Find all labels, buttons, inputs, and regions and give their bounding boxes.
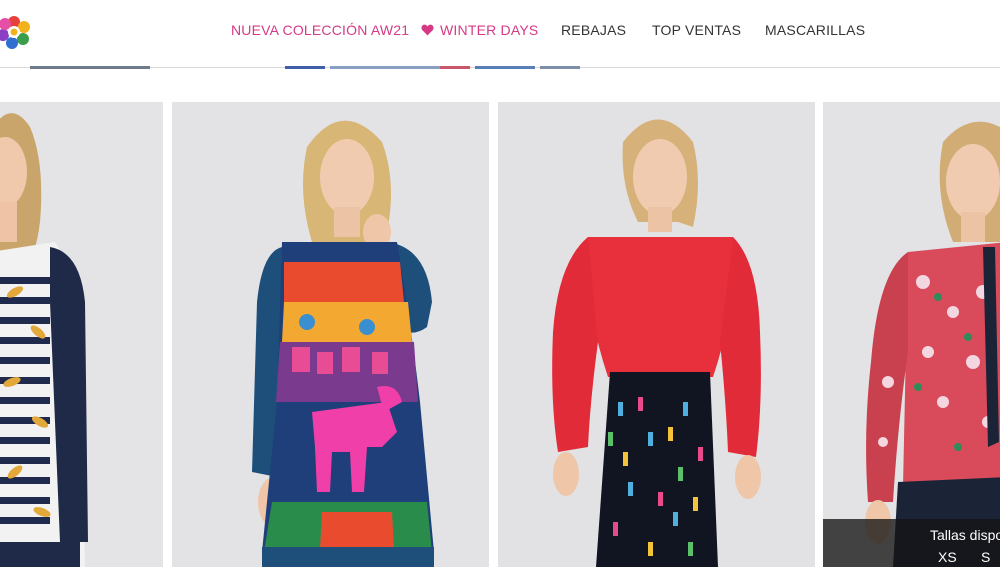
nav-label: TOP VENTAS bbox=[652, 22, 742, 38]
nav-nueva-coleccion[interactable]: NUEVA COLECCIÓN AW21 bbox=[231, 20, 409, 40]
nav-rebajas[interactable]: REBAJAS bbox=[561, 20, 626, 40]
product-grid bbox=[0, 102, 1000, 567]
product-image bbox=[0, 102, 163, 567]
product-image bbox=[172, 102, 489, 567]
nav-label: NUEVA COLECCIÓN AW21 bbox=[231, 22, 410, 38]
product-image bbox=[498, 102, 815, 567]
product-card-3[interactable] bbox=[498, 102, 815, 567]
size-option-s[interactable]: S bbox=[981, 549, 990, 565]
nav-mascarillas[interactable]: MASCARILLAS bbox=[765, 20, 865, 40]
main-nav: NUEVA COLECCIÓN AW21 WINTER DAYS REBAJAS… bbox=[0, 0, 1000, 60]
nav-label: REBAJAS bbox=[561, 22, 627, 38]
product-card-4[interactable] bbox=[823, 102, 1000, 567]
site-header: NUEVA COLECCIÓN AW21 WINTER DAYS REBAJAS… bbox=[0, 0, 1000, 68]
nav-label: MASCARILLAS bbox=[765, 22, 866, 38]
sizes-overlay: Tallas dispo XS S bbox=[823, 519, 1000, 567]
nav-winter-days[interactable]: WINTER DAYS bbox=[421, 20, 538, 40]
size-option-xs[interactable]: XS bbox=[938, 549, 957, 565]
product-card-1[interactable] bbox=[0, 102, 163, 567]
hero-banner-edge bbox=[0, 66, 1000, 69]
heart-icon bbox=[421, 24, 434, 36]
product-card-2[interactable] bbox=[172, 102, 489, 567]
nav-label: WINTER DAYS bbox=[440, 22, 539, 38]
sizes-title: Tallas dispo bbox=[930, 527, 1000, 543]
product-image bbox=[823, 102, 1000, 567]
nav-top-ventas[interactable]: TOP VENTAS bbox=[652, 20, 741, 40]
